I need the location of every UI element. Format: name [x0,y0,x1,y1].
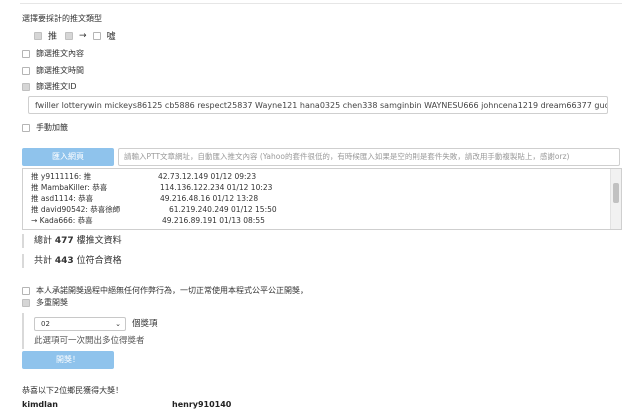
total-stat: 總計 477 樓推文資料 [34,235,122,247]
comment-meta: 49.216.48.16 01/12 13:28 [160,194,259,203]
time-label: 篩選推文時間 [36,66,84,75]
boo-checkbox[interactable] [92,31,101,40]
content-label: 篩選推文內容 [36,49,84,58]
arrow-label: → [79,30,87,41]
qualified-suffix: 位符合資格 [76,256,122,266]
option-time[interactable]: 篩選推文時間 [22,66,84,76]
qualified-count: 443 [54,256,74,266]
time-checkbox[interactable] [22,67,30,75]
qualified-stat: 共計 443 位符合資格 [34,255,122,267]
total-count: 477 [54,236,74,246]
push-checkbox[interactable] [34,31,42,40]
comment-line: 推 david90542: 恭喜徐師 [31,205,121,214]
comment-meta: 114.136.122.234 01/12 10:23 [160,183,273,192]
manual-checkbox[interactable] [22,124,30,132]
id-checkbox[interactable] [22,83,30,91]
agree-option[interactable]: 本人承諾開獎過程中絕無任何作弊行為，一切正常使用本程式公平公正開獎， [22,286,308,296]
comment-meta: 42.73.12.149 01/12 09:23 [158,172,257,181]
comment-line: 推 asd1114: 恭喜 [31,194,94,203]
scrollbar-thumb[interactable] [613,183,619,203]
comments-scrollbar[interactable] [610,169,621,229]
comment-meta: 49.216.89.191 01/13 08:55 [162,216,265,225]
total-prefix: 總計 [34,236,53,246]
stat-divider [22,254,24,268]
comment-line: 推 y9111116: 推 [31,172,92,181]
comment-line: 推 MambaKiller: 恭喜 [31,183,108,192]
multi-draw-checkbox[interactable] [22,299,30,307]
option-id[interactable]: 篩選推文ID [22,82,77,92]
boo-label: 噓 [106,32,116,42]
agree-label: 本人承諾開獎過程中絕無任何作弊行為，一切正常使用本程式公平公正開獎， [36,286,308,295]
draw-button[interactable]: 開獎！ [22,351,114,369]
comment-line: → Kada666: 恭喜 [31,216,93,225]
result-title: 恭喜以下2位鄉民獲得大獎！ [22,386,124,395]
url-input[interactable]: 請輸入PTT文章網址，自動匯入推文內容 (Yahoo的套件很低的，有時候匯入如果… [118,148,620,166]
id-label: 篩選推文ID [36,82,77,91]
option-content[interactable]: 篩選推文內容 [22,49,84,59]
prize-count-value: 02 [41,320,50,328]
comments-textarea[interactable]: 推 y9111116: 推 42.73.12.149 01/12 09:23 推… [22,168,622,230]
agree-checkbox[interactable] [22,287,30,295]
type-selector: 推 → 噓 [34,29,116,42]
id-list-field[interactable]: fwiller lotterywin mickeys86125 cb5886 r… [28,96,608,114]
draw-hint: 此選項可一次開出多位得獎者 [34,336,145,346]
winner-name: kimdlan [22,400,58,409]
content-checkbox[interactable] [22,50,30,58]
total-suffix: 樓推文資料 [76,236,122,246]
draw-divider [22,313,24,349]
chevron-down-icon: ⌄ [115,320,121,328]
choose-type-label: 選擇要採計的推文類型 [22,14,102,23]
comment-meta: 61.219.240.249 01/12 15:50 [169,205,277,214]
winner-name: henry910140 [172,400,232,409]
arrow-checkbox[interactable] [65,31,74,40]
multi-draw-label: 多重開獎 [36,298,68,307]
prize-unit: 個獎項 [132,319,158,329]
manual-label: 手動加籤 [36,123,68,132]
prize-count-select[interactable]: 02 ⌄ [34,317,126,331]
stat-divider [22,234,24,248]
top-divider [20,3,622,4]
import-button[interactable]: 匯入網頁 [22,148,114,166]
qualified-prefix: 共計 [34,256,53,266]
multi-draw-option[interactable]: 多重開獎 [22,298,68,308]
option-manual[interactable]: 手動加籤 [22,123,68,133]
push-label: 推 [48,32,58,42]
